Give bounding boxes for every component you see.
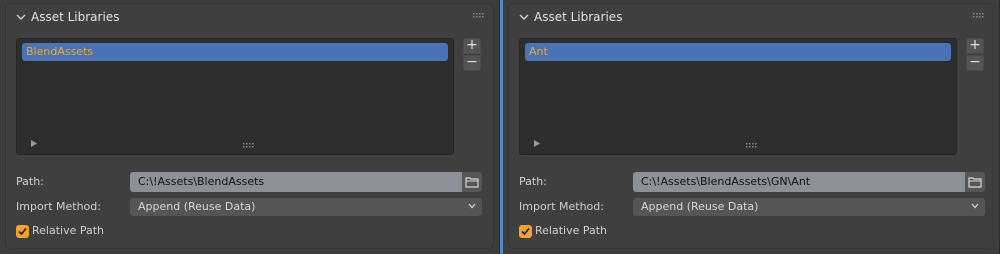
asset-libraries-panel-right: Asset Libraries Ant + − Path: C:\!Assets… xyxy=(503,0,1000,254)
chevron-down-icon xyxy=(468,203,476,209)
library-list[interactable]: Ant xyxy=(519,38,957,155)
folder-icon xyxy=(465,177,479,188)
import-method-value: Append (Reuse Data) xyxy=(138,200,256,213)
remove-library-button[interactable]: − xyxy=(966,55,984,71)
list-item[interactable]: Ant xyxy=(525,43,951,61)
library-name[interactable]: BlendAssets xyxy=(26,45,93,58)
expand-arrow-icon[interactable] xyxy=(534,140,540,147)
resize-grip-icon[interactable] xyxy=(746,143,758,148)
import-method-select[interactable]: Append (Reuse Data) xyxy=(130,198,482,216)
relative-path-label[interactable]: Relative Path xyxy=(32,224,104,237)
chevron-down-icon xyxy=(971,203,979,209)
resize-grip-icon[interactable] xyxy=(243,143,255,148)
import-method-label: Import Method: xyxy=(16,200,101,213)
add-library-button[interactable]: + xyxy=(463,38,481,54)
panel-header[interactable]: Asset Libraries xyxy=(509,4,993,30)
path-value: C:\!Assets\BlendAssets xyxy=(138,175,265,188)
panel-header[interactable]: Asset Libraries xyxy=(6,4,493,30)
folder-icon xyxy=(968,177,982,188)
relative-path-checkbox[interactable] xyxy=(519,225,532,238)
import-method-label: Import Method: xyxy=(519,200,604,213)
path-value: C:\!Assets\BlendAssets\GN\Ant xyxy=(641,175,811,188)
browse-folder-button[interactable] xyxy=(462,172,482,192)
add-library-button[interactable]: + xyxy=(966,38,984,54)
import-method-value: Append (Reuse Data) xyxy=(641,200,759,213)
panel-title: Asset Libraries xyxy=(534,10,623,24)
browse-folder-button[interactable] xyxy=(965,172,985,192)
list-item[interactable]: BlendAssets xyxy=(22,43,448,61)
relative-path-checkbox[interactable] xyxy=(16,225,29,238)
expand-arrow-icon[interactable] xyxy=(31,140,37,147)
checkmark-icon xyxy=(18,227,27,236)
drag-grip-icon[interactable] xyxy=(473,13,485,19)
import-method-select[interactable]: Append (Reuse Data) xyxy=(633,198,985,216)
panel-title: Asset Libraries xyxy=(31,10,120,24)
panel-body: Asset Libraries Ant + − Path: C:\!Assets… xyxy=(509,4,993,248)
path-label: Path: xyxy=(519,175,547,188)
asset-libraries-panel-left: Asset Libraries BlendAssets + − Path: C:… xyxy=(0,0,500,254)
remove-library-button[interactable]: − xyxy=(463,55,481,71)
drag-grip-icon[interactable] xyxy=(973,13,985,19)
path-input[interactable]: C:\!Assets\BlendAssets\GN\Ant xyxy=(633,172,965,192)
checkmark-icon xyxy=(521,227,530,236)
library-list[interactable]: BlendAssets xyxy=(16,38,454,155)
library-name[interactable]: Ant xyxy=(529,45,548,58)
path-label: Path: xyxy=(16,175,44,188)
chevron-down-icon[interactable] xyxy=(16,12,26,22)
relative-path-label[interactable]: Relative Path xyxy=(535,224,607,237)
panel-body: Asset Libraries BlendAssets + − Path: C:… xyxy=(6,4,493,248)
path-input[interactable]: C:\!Assets\BlendAssets xyxy=(130,172,462,192)
chevron-down-icon[interactable] xyxy=(519,12,529,22)
